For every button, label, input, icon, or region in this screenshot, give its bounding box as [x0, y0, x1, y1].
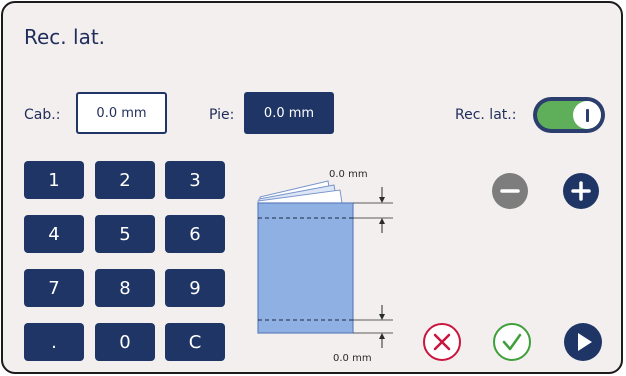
key-decimal[interactable]: .: [24, 323, 84, 361]
booklet-trim-diagram: [257, 180, 393, 348]
play-button[interactable]: [564, 323, 602, 361]
key-3[interactable]: 3: [165, 161, 225, 199]
x-icon: [433, 333, 451, 351]
key-9[interactable]: 9: [165, 269, 225, 307]
rec-lat-toggle-label: Rec. lat.:: [455, 107, 517, 123]
bottom-trim-value: 0.0 mm: [333, 353, 372, 364]
plus-icon: [571, 181, 591, 201]
cab-label: Cab.:: [24, 107, 61, 123]
toggle-knob: [573, 101, 601, 129]
key-4[interactable]: 4: [24, 215, 84, 253]
key-5[interactable]: 5: [95, 215, 155, 253]
key-clear[interactable]: C: [165, 323, 225, 361]
cancel-button[interactable]: [423, 323, 461, 361]
pie-label: Pie:: [209, 107, 235, 123]
confirm-button[interactable]: [493, 323, 531, 361]
dialog-title: Rec. lat.: [24, 25, 106, 49]
key-2[interactable]: 2: [95, 161, 155, 199]
key-6[interactable]: 6: [165, 215, 225, 253]
key-1[interactable]: 1: [24, 161, 84, 199]
rec-lat-dialog: Rec. lat. Cab.: 0.0 mm Pie: 0.0 mm Rec. …: [1, 1, 623, 374]
key-7[interactable]: 7: [24, 269, 84, 307]
decrement-button[interactable]: [492, 173, 528, 209]
minus-icon: [500, 189, 520, 193]
key-8[interactable]: 8: [95, 269, 155, 307]
top-trim-value: 0.0 mm: [329, 169, 368, 180]
key-0[interactable]: 0: [95, 323, 155, 361]
increment-button[interactable]: [563, 173, 599, 209]
rec-lat-toggle[interactable]: [533, 97, 605, 133]
cab-input[interactable]: 0.0 mm: [76, 92, 167, 134]
play-icon: [578, 333, 592, 351]
check-icon: [502, 333, 522, 351]
pie-input[interactable]: 0.0 mm: [244, 92, 334, 134]
